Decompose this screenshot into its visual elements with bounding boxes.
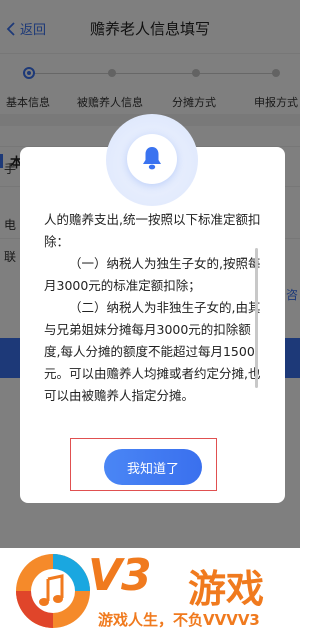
dialog-scrollbar[interactable] <box>255 248 258 388</box>
bell-badge <box>127 134 177 184</box>
dialog-body: 人的赡养支出,统一按照以下标准定额扣除： （一）纳税人为独生子女的,按照每月30… <box>44 209 264 407</box>
music-logo-icon <box>16 554 90 628</box>
dialog-paragraph: （二）纳税人为非独生子女的,由其与兄弟姐妹分摊每月3000元的扣除额度,每人分摊… <box>44 300 261 403</box>
brand-logo-text-cn: 游戏 <box>188 567 265 611</box>
watermark-banner: V3 游戏 游戏人生，不负VVVV3 <box>0 548 300 634</box>
bell-icon <box>143 147 161 170</box>
dialog-paragraph: 人的赡养支出,统一按照以下标准定额扣除： <box>44 212 261 249</box>
confirm-button[interactable]: 我知道了 <box>104 449 202 485</box>
brand-logo-text: V3 <box>88 550 152 601</box>
brand-slogan: 游戏人生，不负VVVV3 <box>98 611 260 629</box>
dialog-paragraph: （一）纳税人为独生子女的,按照每月3000元的标准定额扣除； <box>44 256 261 293</box>
